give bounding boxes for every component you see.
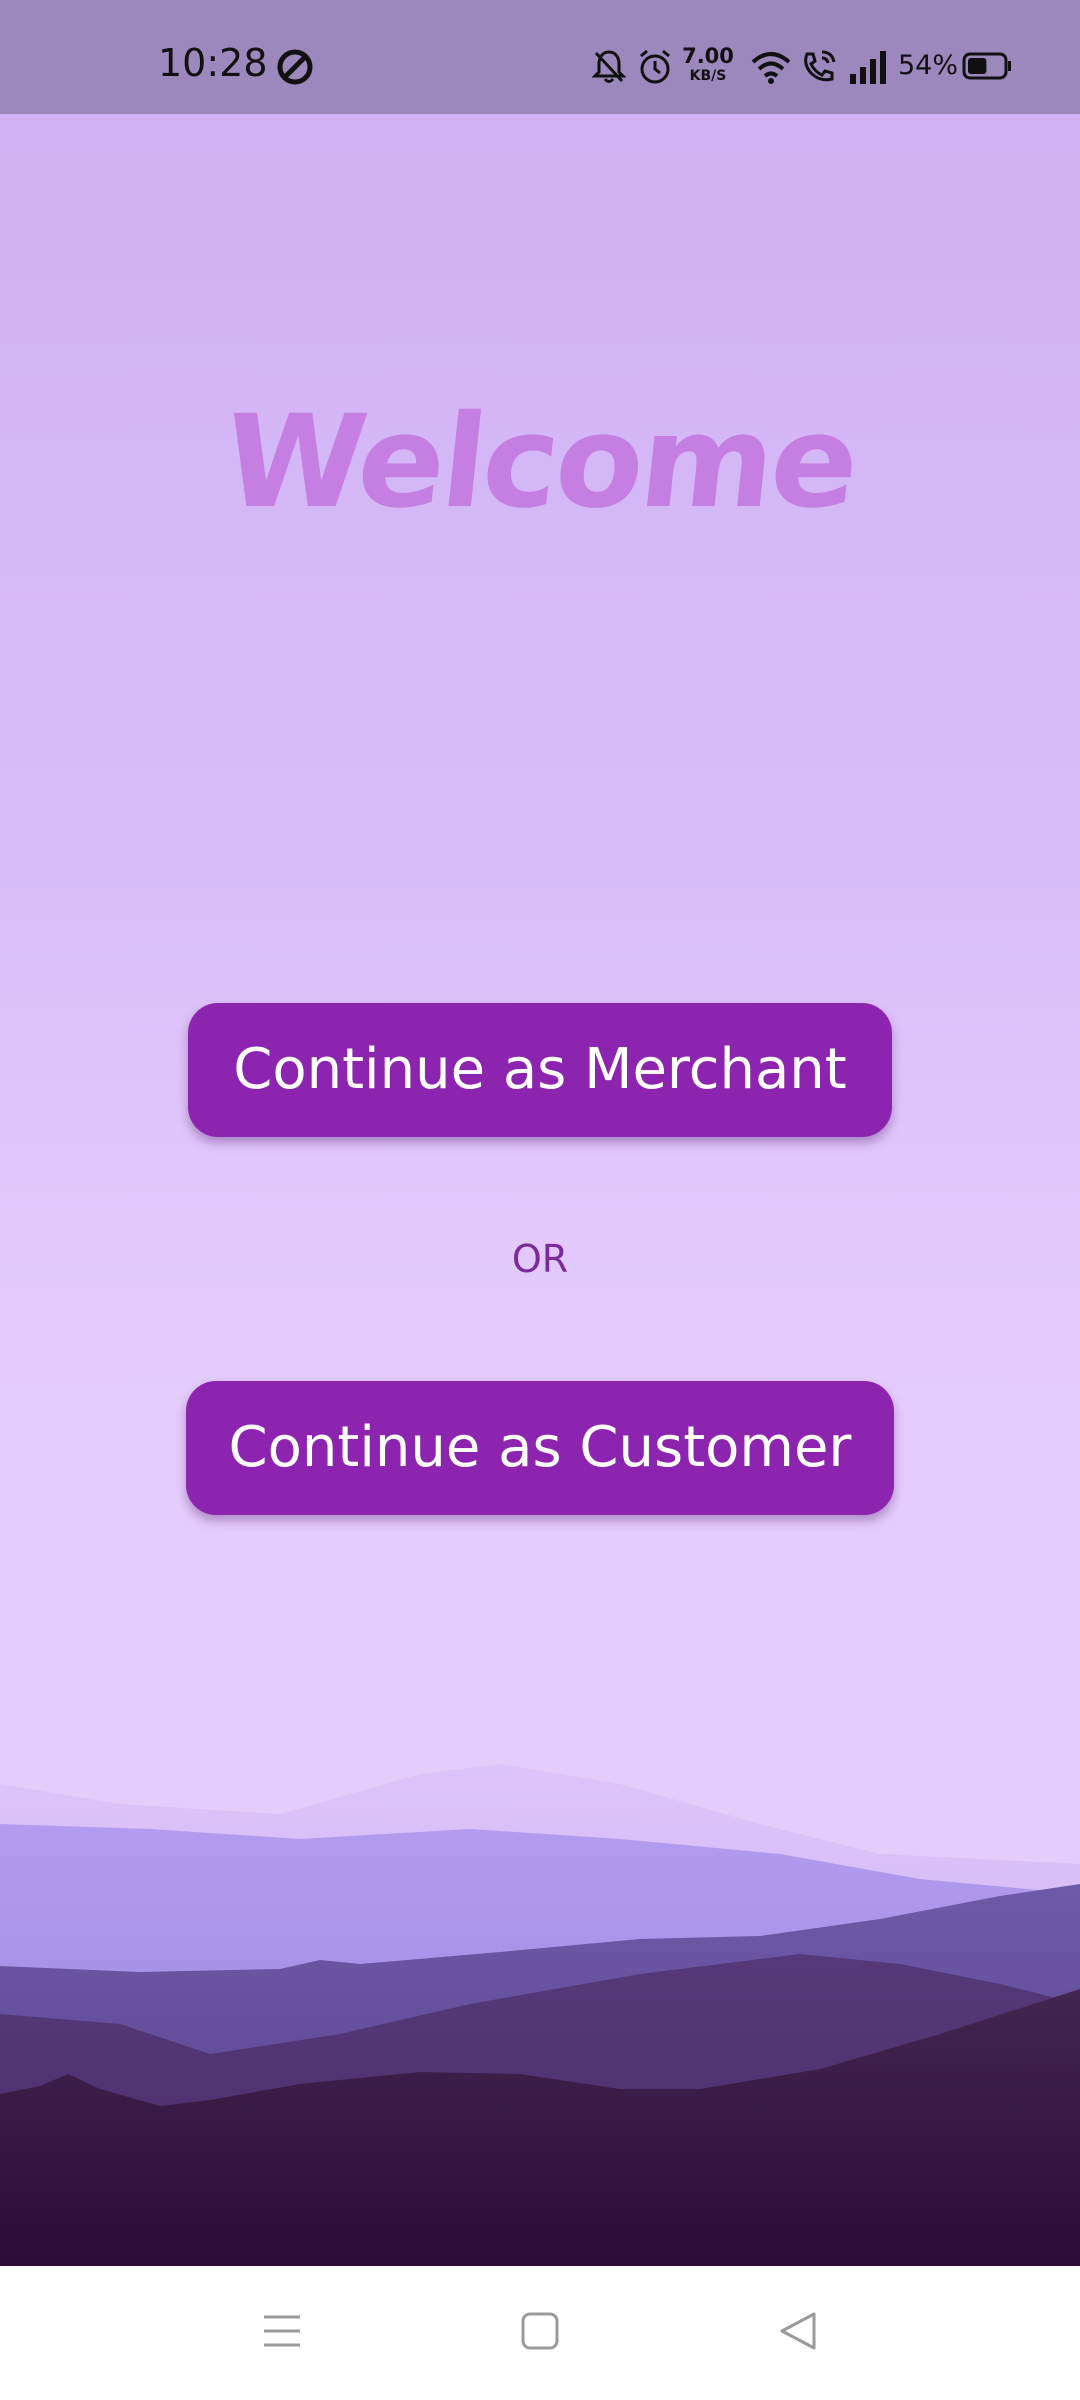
status-time: 10:28 bbox=[158, 41, 268, 85]
home-button[interactable] bbox=[480, 2266, 600, 2400]
navigation-bar bbox=[0, 2266, 1080, 2400]
menu-icon bbox=[264, 2315, 300, 2347]
welcome-title: Welcome bbox=[217, 388, 864, 537]
bell-off-icon bbox=[592, 50, 626, 83]
battery-icon bbox=[962, 52, 1011, 80]
back-button[interactable] bbox=[738, 2266, 858, 2400]
battery-percent: 54% bbox=[898, 50, 959, 81]
back-icon bbox=[780, 2312, 816, 2350]
signal-icon bbox=[850, 51, 886, 84]
or-divider-text: OR bbox=[511, 1237, 569, 1281]
alarm-icon bbox=[640, 49, 670, 84]
continue-as-customer-button[interactable]: Continue as Customer bbox=[186, 1381, 894, 1515]
network-speed-value: 7.00 bbox=[682, 44, 734, 68]
wifi-icon bbox=[751, 52, 791, 84]
network-speed: 7.00 KB/S bbox=[680, 44, 736, 84]
continue-as-merchant-button[interactable]: Continue as Merchant bbox=[188, 1003, 892, 1137]
network-speed-unit: KB/S bbox=[689, 68, 727, 84]
menu-button[interactable] bbox=[222, 2266, 342, 2400]
mountain-background bbox=[0, 1764, 1080, 2266]
welcome-screen: Welcome Continue as Merchant OR Continue… bbox=[0, 114, 1080, 2266]
do-not-disturb-icon bbox=[277, 49, 313, 85]
wifi-calling-icon bbox=[804, 50, 836, 82]
home-icon bbox=[521, 2312, 559, 2350]
status-bar: 10:28 7.00 KB/S 54% bbox=[0, 0, 1080, 114]
